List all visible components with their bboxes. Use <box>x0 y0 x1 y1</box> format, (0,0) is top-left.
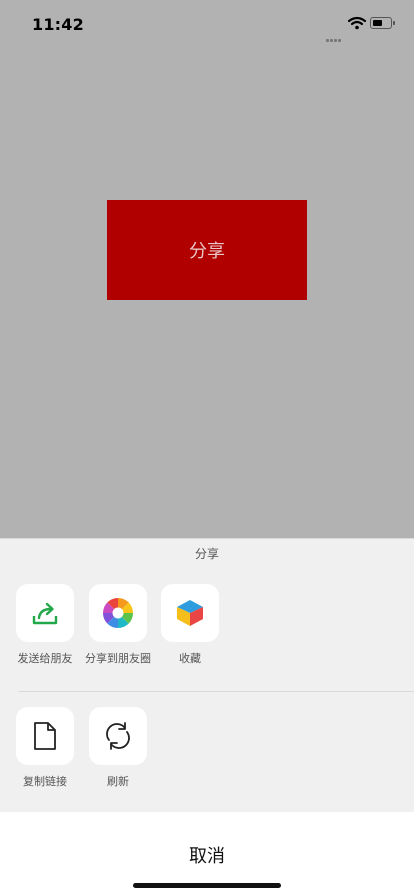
copy-link-label: 复制链接 <box>23 775 67 788</box>
share-sheet: 分享 发送给朋友 分享到朋友圈 收藏 复制链接 刷新 <box>0 538 414 812</box>
status-bar: 11:42 <box>0 0 414 48</box>
battery-icon <box>370 17 395 29</box>
cancel-button[interactable]: 取消 <box>0 842 414 868</box>
share-to-moments-button[interactable]: 分享到朋友圈 <box>82 584 154 666</box>
document-icon <box>34 722 56 750</box>
favorites-button[interactable]: 收藏 <box>154 584 226 666</box>
wifi-icon <box>348 16 366 30</box>
favorites-label: 收藏 <box>179 652 201 665</box>
moments-aperture-icon <box>103 598 133 628</box>
share-to-moments-label: 分享到朋友圈 <box>85 652 151 665</box>
share-forward-icon <box>32 602 58 625</box>
favorites-cube-icon <box>177 600 203 626</box>
send-to-friend-label: 发送给朋友 <box>17 652 73 665</box>
home-indicator <box>133 883 281 888</box>
status-time: 11:42 <box>32 15 84 34</box>
refresh-button[interactable]: 刷新 <box>82 707 154 789</box>
refresh-label: 刷新 <box>107 775 129 788</box>
row-divider <box>18 691 414 692</box>
share-button[interactable]: 分享 <box>107 200 307 300</box>
cellular-signal-icon <box>326 27 342 46</box>
send-to-friend-button[interactable]: 发送给朋友 <box>9 584 81 666</box>
share-sheet-title: 分享 <box>194 547 219 561</box>
copy-link-button[interactable]: 复制链接 <box>9 707 81 789</box>
cancel-bar: 取消 <box>0 812 414 896</box>
refresh-icon <box>106 722 130 750</box>
